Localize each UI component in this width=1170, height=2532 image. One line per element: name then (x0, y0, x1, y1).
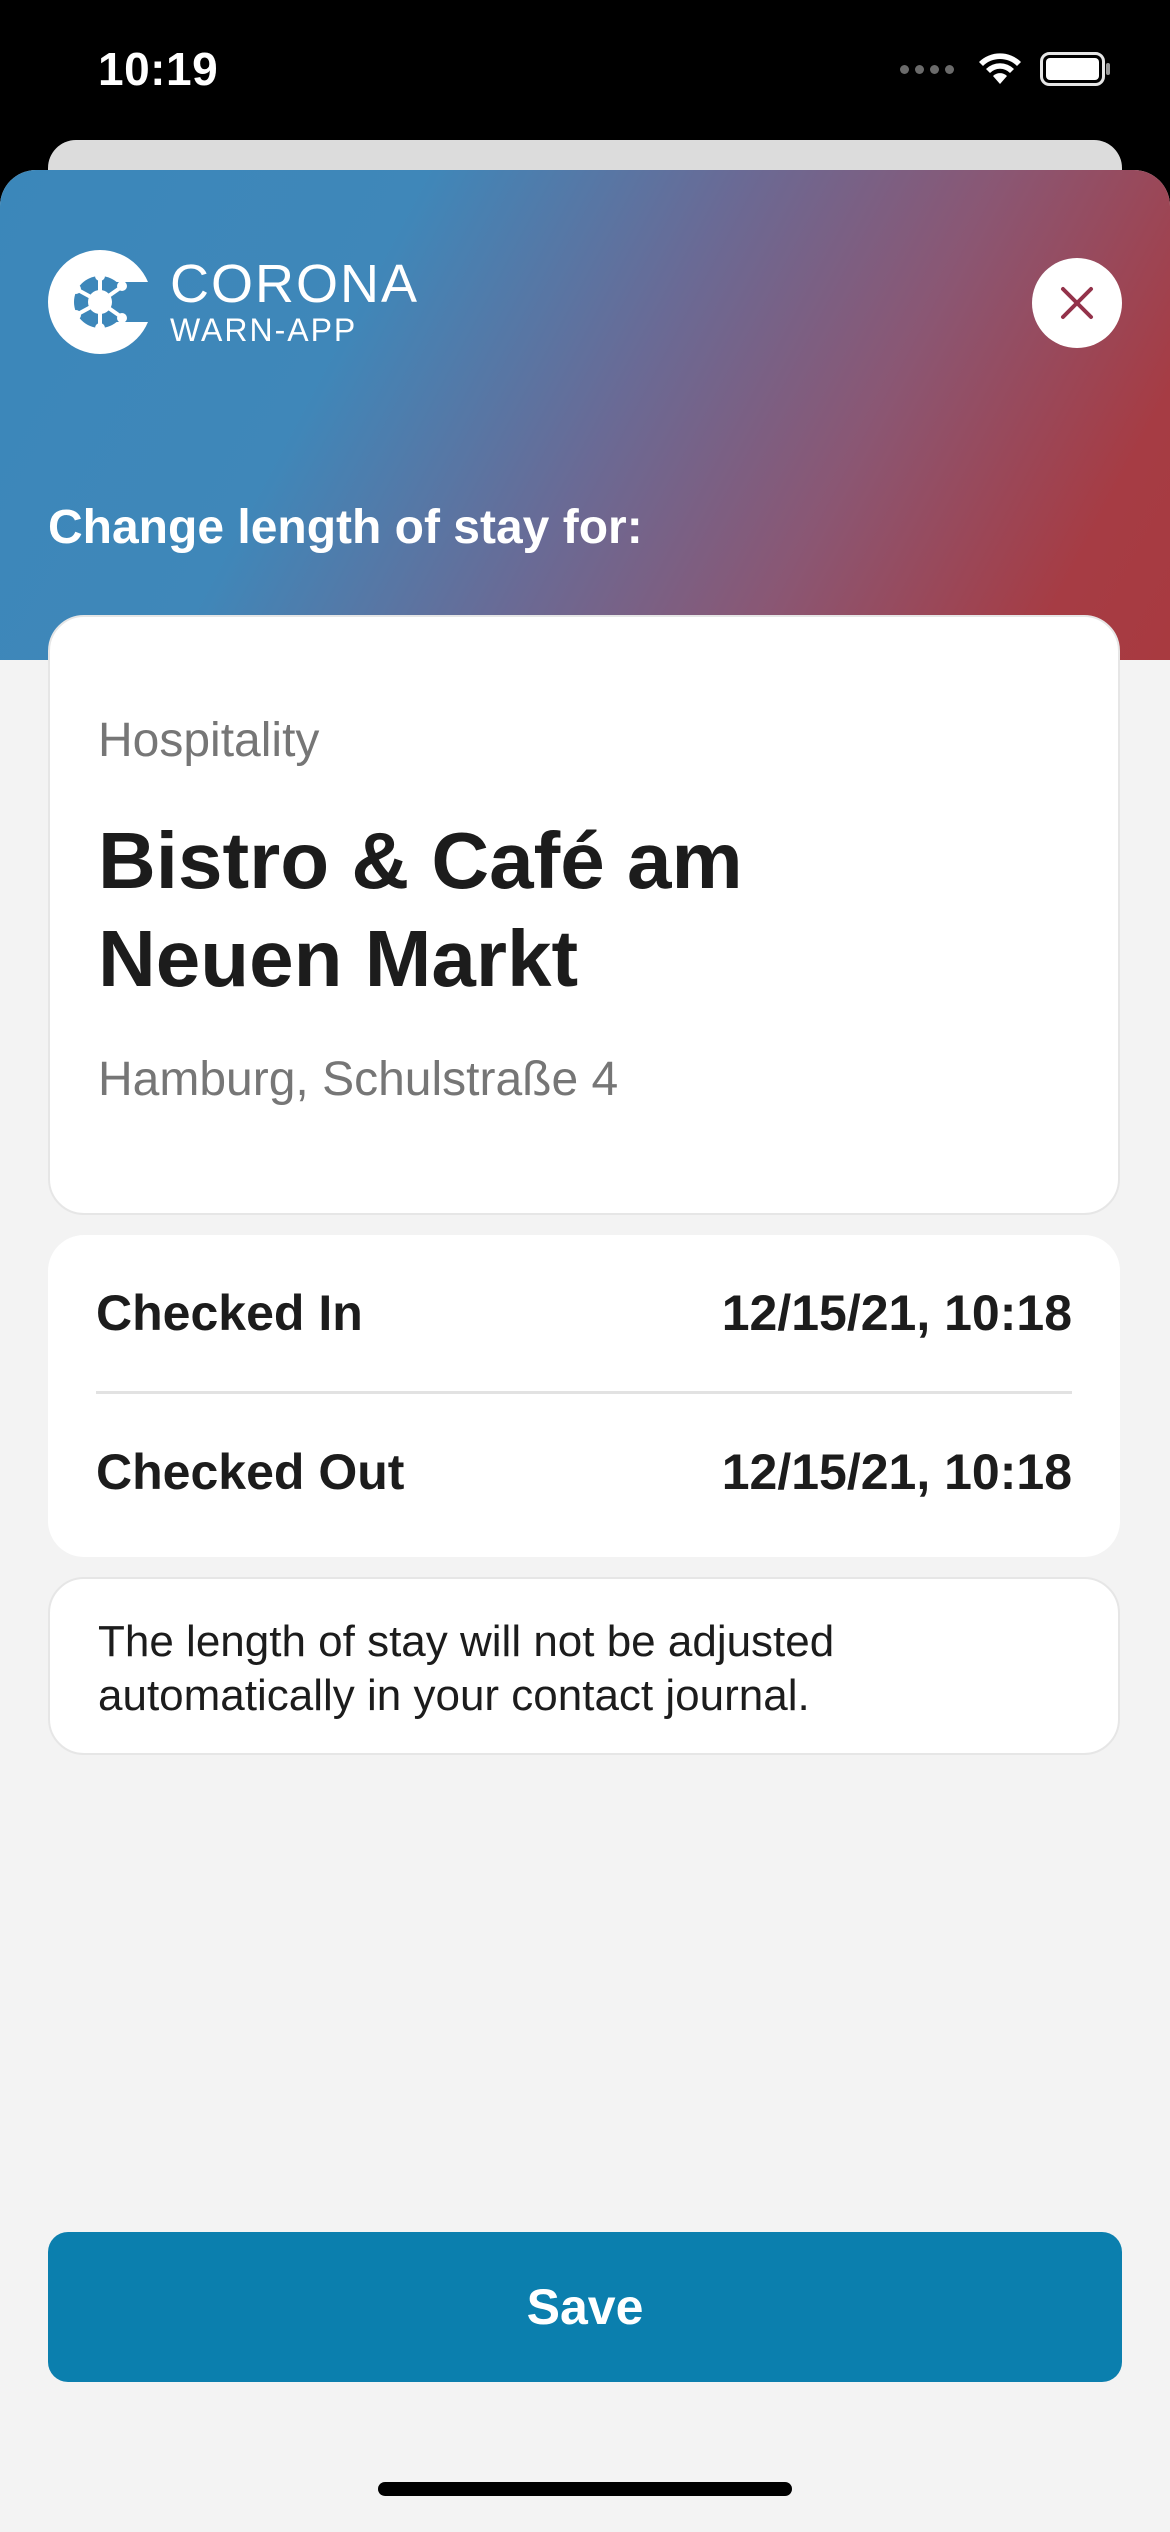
cellular-signal-icon (900, 64, 954, 74)
page-title: Change length of stay for: (48, 501, 643, 554)
location-category: Hospitality (98, 714, 320, 767)
checked-in-row[interactable]: Checked In 12/15/21, 10:18 (96, 1235, 1072, 1391)
logo-title: CORONA (170, 254, 420, 314)
corona-logo-icon (48, 250, 152, 354)
checked-out-row[interactable]: Checked Out 12/15/21, 10:18 (96, 1394, 1072, 1550)
modal-sheet: CORONA WARN-APP Change length of stay fo… (0, 170, 1170, 2532)
status-icons (900, 52, 1112, 86)
battery-icon (1040, 52, 1110, 86)
logo-subtitle: WARN-APP (170, 312, 358, 348)
save-button[interactable]: Save (48, 2232, 1122, 2382)
checked-in-label: Checked In (96, 1285, 363, 1341)
wifi-icon (979, 53, 1021, 84)
location-address: Hamburg, Schulstraße 4 (98, 1053, 619, 1106)
status-bar: 10:19 (0, 0, 1170, 140)
header-banner: CORONA WARN-APP Change length of stay fo… (0, 170, 1170, 660)
logo-text: CORONA WARN-APP (170, 256, 419, 348)
checked-out-label: Checked Out (96, 1444, 405, 1500)
stay-times-card: Checked In 12/15/21, 10:18 Checked Out 1… (48, 1235, 1120, 1557)
checked-out-value: 12/15/21, 10:18 (721, 1444, 1072, 1500)
close-button[interactable] (1032, 258, 1122, 348)
location-name: Bistro & Café am Neuen Markt (98, 816, 743, 1003)
location-card: Hospitality Bistro & Café am Neuen Markt… (48, 615, 1120, 1215)
home-indicator (378, 2482, 792, 2496)
notice-card: The length of stay will not be adjusted … (48, 1577, 1120, 1755)
status-time: 10:19 (98, 43, 219, 95)
app-logo: CORONA WARN-APP (48, 242, 419, 362)
checked-in-value: 12/15/21, 10:18 (721, 1285, 1072, 1341)
close-icon (1061, 287, 1093, 319)
